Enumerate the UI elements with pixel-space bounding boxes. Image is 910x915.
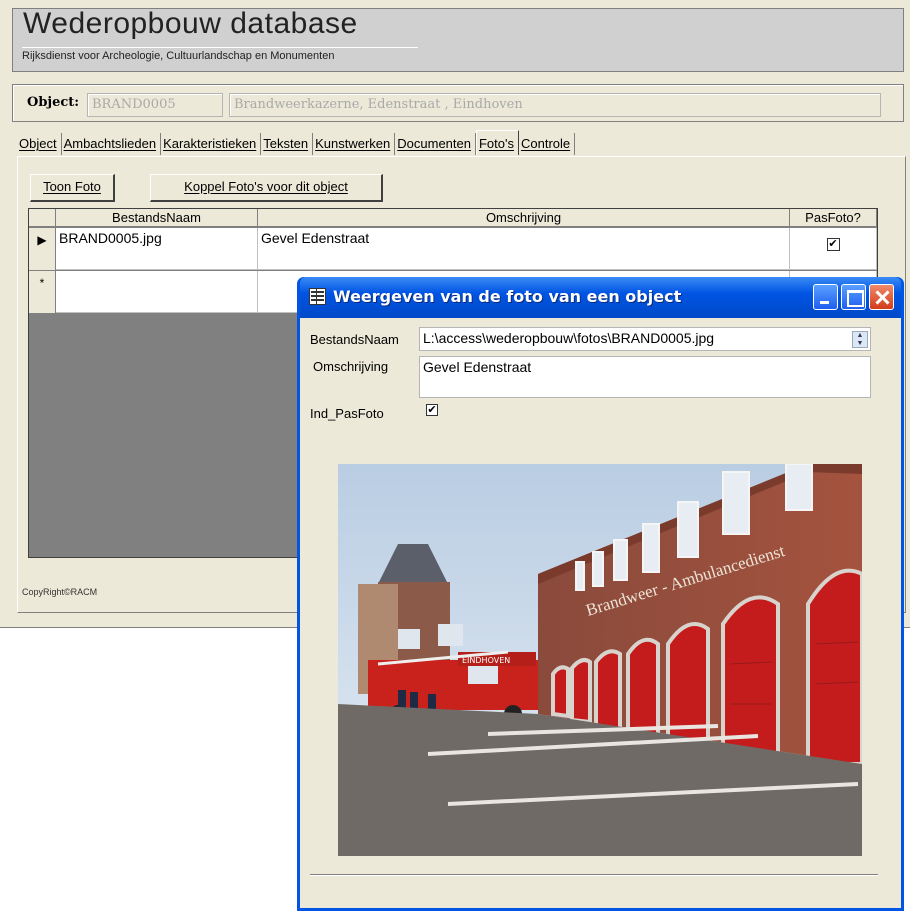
- cell-filename[interactable]: BRAND0005.jpg: [56, 228, 258, 270]
- tab-teksten[interactable]: Teksten: [261, 133, 314, 155]
- tab-karakteristieken[interactable]: Karakteristieken: [161, 133, 262, 155]
- table-row[interactable]: ▶ BRAND0005.jpg Gevel Edenstraat ✔: [29, 228, 877, 270]
- copyright-text: CopyRight©RACM: [22, 587, 98, 597]
- popup-title: Weergeven van de foto van een object: [333, 287, 682, 306]
- app-subtitle: Rijksdienst voor Archeologie, Cultuurlan…: [22, 47, 418, 62]
- close-button[interactable]: [869, 284, 894, 310]
- truck-text: EINDHOVEN: [462, 656, 510, 665]
- status-divider: [310, 874, 878, 875]
- popup-body: BestandsNaam L:\access\wederopbouw\fotos…: [300, 318, 901, 908]
- description-field[interactable]: Gevel Edenstraat: [419, 356, 871, 398]
- tab-kunstwerken[interactable]: Kunstwerken: [313, 133, 396, 155]
- scroll-spinner-icon[interactable]: ▲ ▼: [852, 331, 868, 348]
- pasfoto-checkbox[interactable]: ✔: [826, 238, 840, 251]
- tab-documenten[interactable]: Documenten: [395, 133, 476, 155]
- pasfoto-popup-checkbox[interactable]: ✔: [426, 404, 438, 416]
- photo-viewer-window: Weergeven van de foto van een object Bes…: [297, 277, 904, 911]
- tab-strip: Object Ambachtslieden Karakteristieken T…: [17, 130, 576, 157]
- link-photos-button[interactable]: Koppel Foto's voor dit object: [150, 174, 383, 202]
- filename-label: BestandsNaam: [310, 332, 399, 347]
- tab-controle[interactable]: Controle: [519, 133, 576, 155]
- column-header-filename[interactable]: BestandsNaam: [56, 209, 258, 227]
- maximize-button[interactable]: [841, 284, 866, 310]
- cell-filename-new[interactable]: [56, 271, 258, 313]
- object-bar: Object: BRAND0005 Brandweerkazerne, Eden…: [12, 84, 904, 122]
- object-label: Object:: [27, 95, 80, 110]
- column-header-description[interactable]: Omschrijving: [258, 209, 790, 227]
- grid-corner: [29, 209, 56, 227]
- show-photo-button-label: Toon Foto: [43, 179, 101, 194]
- tab-ambachtslieden[interactable]: Ambachtslieden: [62, 133, 162, 155]
- cell-description[interactable]: Gevel Edenstraat: [258, 228, 790, 270]
- cell-pasfoto[interactable]: ✔: [790, 228, 877, 270]
- filename-value: L:\access\wederopbouw\fotos\BRAND0005.jp…: [423, 330, 715, 346]
- header-panel: Wederopbouw database Rijksdienst voor Ar…: [12, 7, 904, 72]
- link-photos-button-label: Koppel Foto's voor dit object: [184, 179, 348, 194]
- object-code-field[interactable]: BRAND0005: [87, 93, 223, 117]
- building-photo: Brandweer - Ambulancedienst EINDHOVEN: [338, 464, 862, 856]
- form-icon: [309, 288, 326, 305]
- popup-titlebar[interactable]: Weergeven van de foto van een object: [300, 277, 901, 318]
- show-photo-button[interactable]: Toon Foto: [30, 174, 115, 202]
- minimize-button[interactable]: [813, 284, 838, 310]
- filename-field[interactable]: L:\access\wederopbouw\fotos\BRAND0005.jp…: [419, 327, 871, 351]
- tab-object[interactable]: Object: [17, 133, 62, 155]
- record-selector[interactable]: ▶: [29, 228, 56, 270]
- object-description-field[interactable]: Brandweerkazerne, Edenstraat , Eindhoven: [229, 93, 881, 117]
- column-header-pasfoto[interactable]: PasFoto?: [790, 209, 877, 227]
- new-record-selector[interactable]: *: [29, 271, 56, 313]
- tab-fotos[interactable]: Foto's: [475, 130, 519, 155]
- pasfoto-label: Ind_PasFoto: [310, 406, 384, 421]
- app-title: Wederopbouw database: [23, 7, 358, 40]
- grid-header: BestandsNaam Omschrijving PasFoto?: [29, 209, 877, 227]
- description-label: Omschrijving: [313, 359, 389, 374]
